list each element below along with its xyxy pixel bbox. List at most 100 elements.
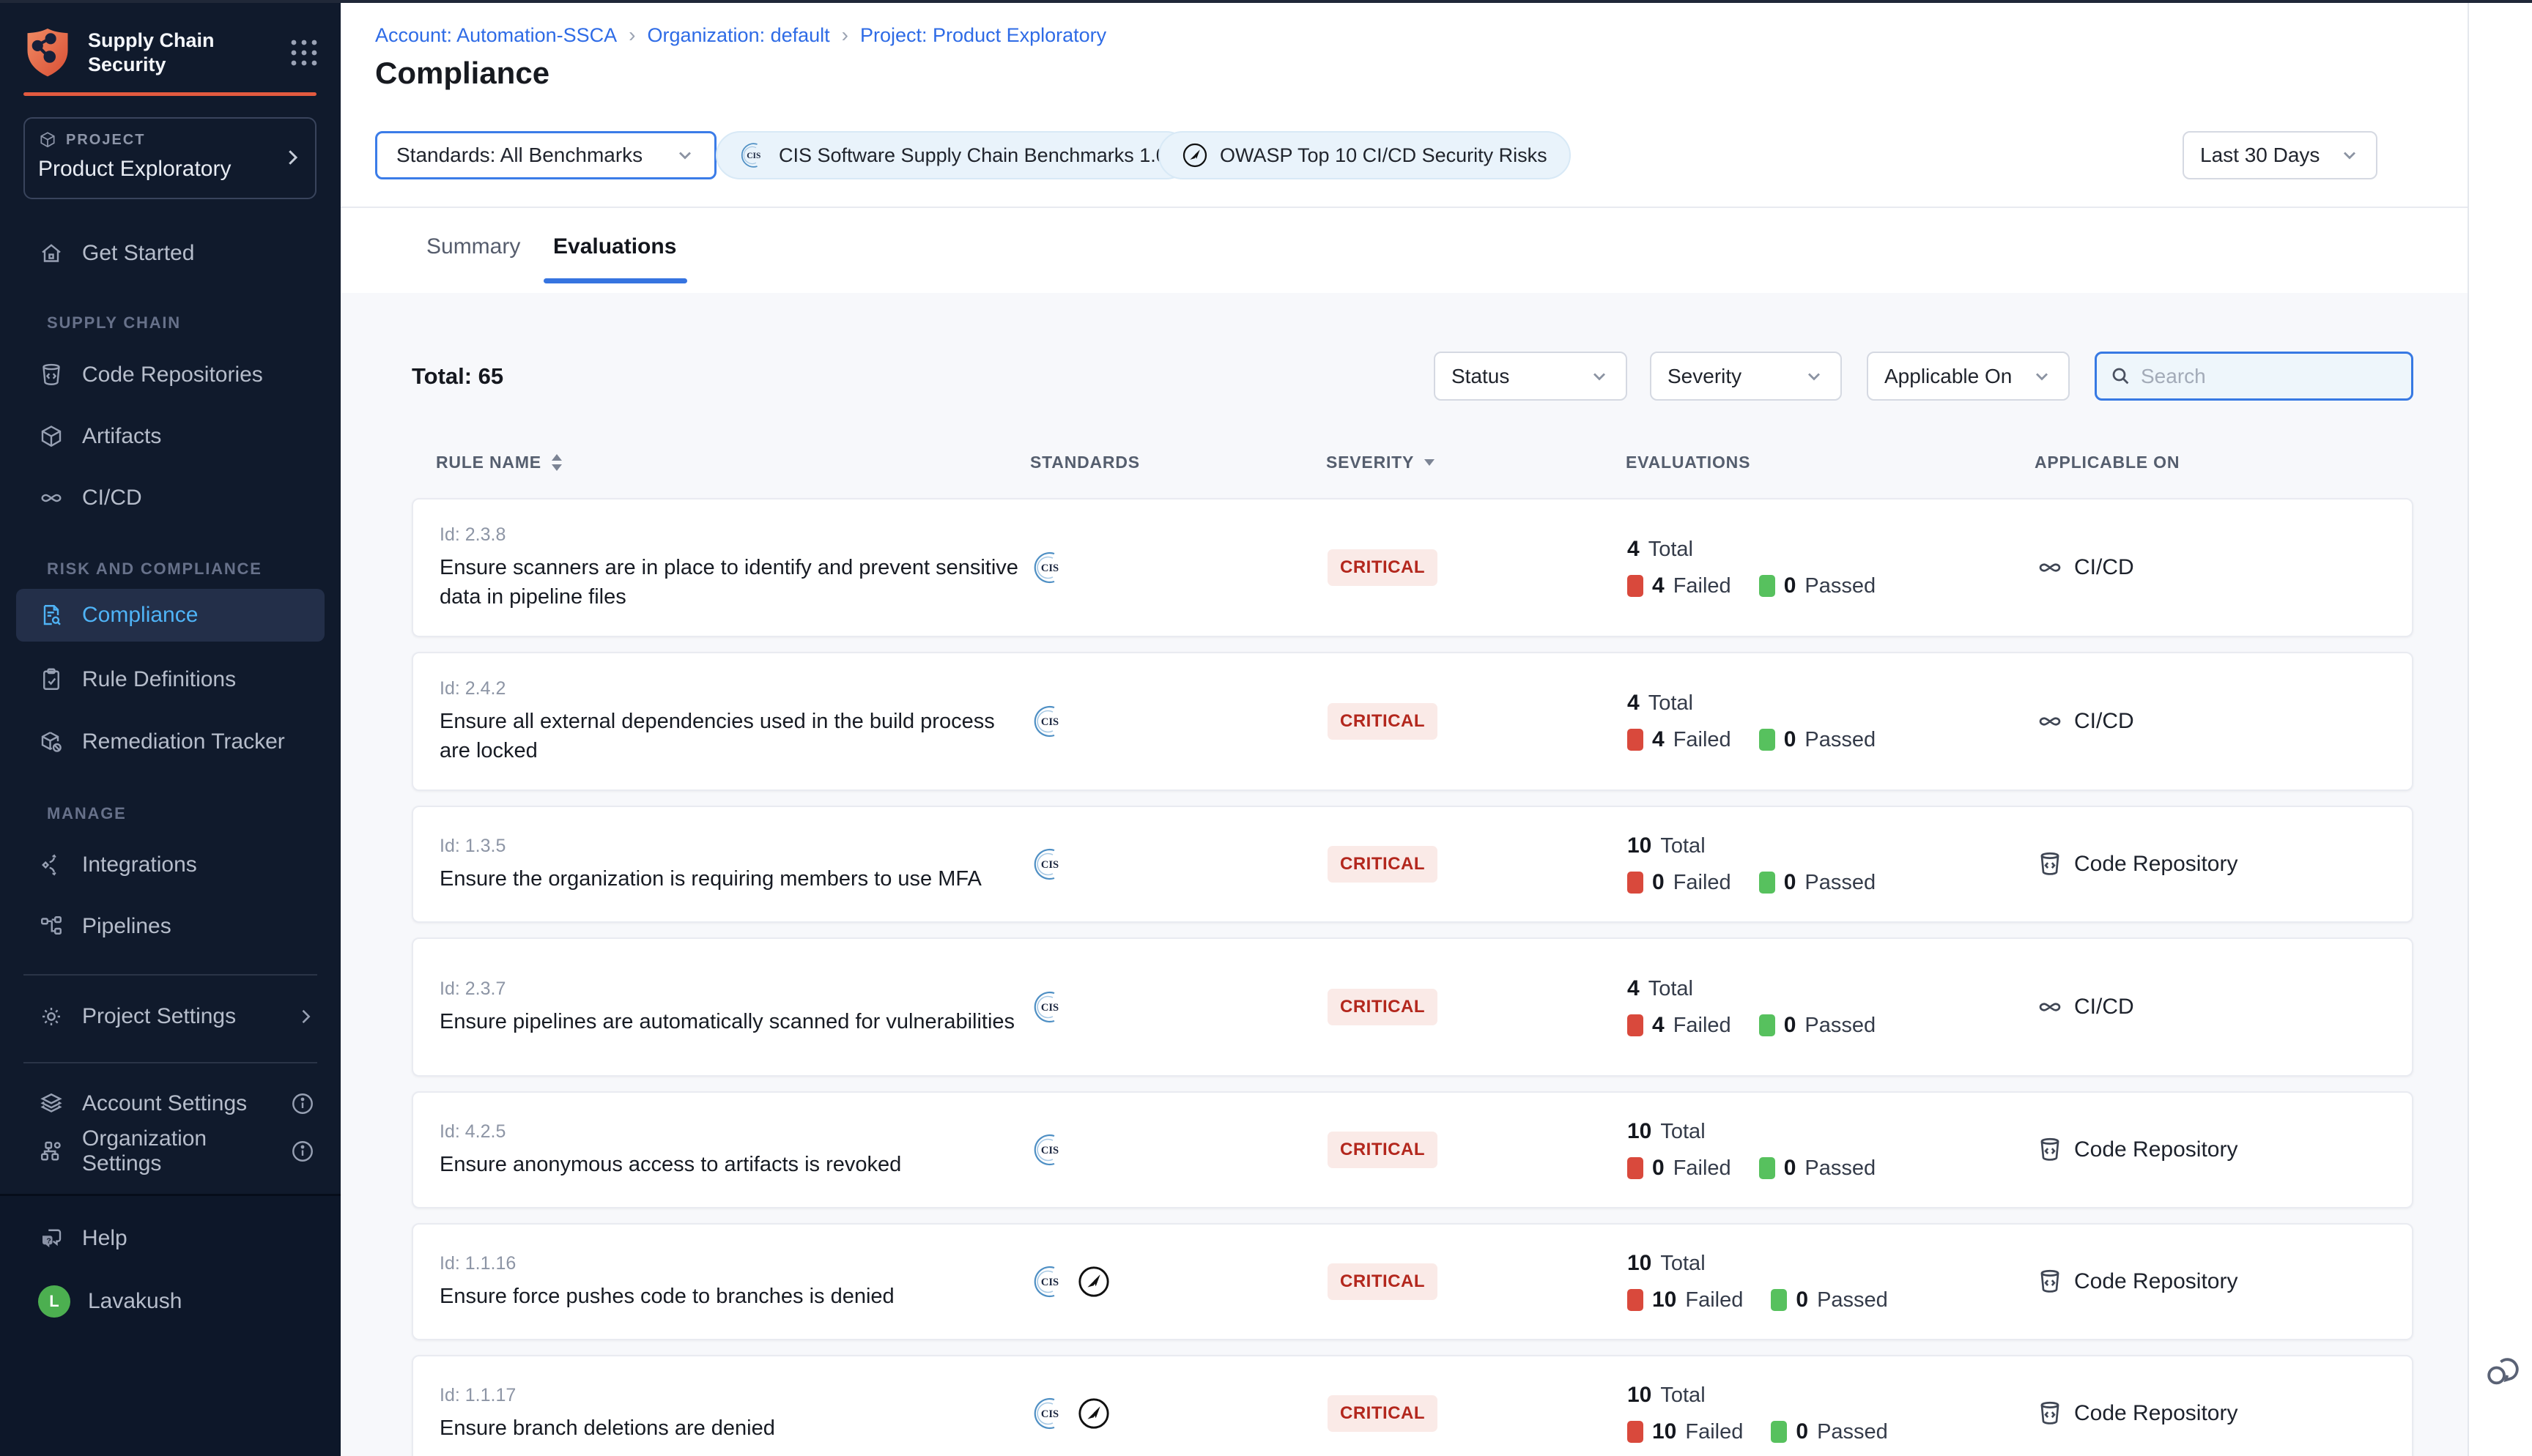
sidebar-divider	[23, 974, 317, 976]
rule-name: Ensure all external dependencies used in…	[440, 707, 1026, 765]
sidebar-item-cicd[interactable]: CI/CD	[16, 472, 325, 524]
sidebar-item-get-started[interactable]: Get Started	[16, 227, 325, 280]
evaluations-total-count: 4	[1627, 537, 1640, 562]
passed-count: 0	[1784, 870, 1796, 895]
sidebar-item-pipelines[interactable]: Pipelines	[16, 900, 325, 953]
breadcrumb-account[interactable]: Account: Automation-SSCA	[375, 24, 617, 47]
sidebar-item-label: Account Settings	[82, 1091, 247, 1116]
sidebar-item-remediation-tracker[interactable]: Remediation Tracker	[16, 716, 325, 768]
evaluations-cell: 10 Total 0 Failed 0 Passed	[1627, 807, 2008, 921]
rule-name: Ensure force pushes code to branches is …	[440, 1282, 895, 1311]
failed-count: 4	[1652, 573, 1665, 598]
rule-name-cell: Id: 4.2.5 Ensure anonymous access to art…	[440, 1093, 1026, 1207]
rule-name-cell: Id: 1.1.16 Ensure force pushes code to b…	[440, 1225, 1026, 1339]
total-label: Total	[1660, 1120, 1705, 1144]
project-selector[interactable]: PROJECT Product Exploratory	[23, 117, 316, 199]
sidebar-item-label: Remediation Tracker	[82, 729, 285, 754]
sidebar-item-account-settings[interactable]: Account Settings	[16, 1077, 325, 1130]
sidebar-item-rule-definitions[interactable]: Rule Definitions	[16, 653, 325, 706]
code-repository-icon	[2036, 850, 2064, 878]
failed-label: Failed	[1685, 1420, 1743, 1444]
breadcrumb-organization[interactable]: Organization: default	[648, 24, 830, 47]
chevron-down-icon	[1589, 366, 1610, 387]
breadcrumb: Account: Automation-SSCA › Organization:…	[375, 23, 1106, 47]
severity-badge: CRITICAL	[1328, 1263, 1437, 1300]
table-row[interactable]: Id: 1.3.5 Ensure the organization is req…	[412, 806, 2413, 923]
evaluations-total-count: 10	[1627, 1251, 1651, 1276]
sidebar-item-label: Project Settings	[82, 1004, 236, 1029]
sidebar-item-code-repositories[interactable]: Code Repositories	[16, 349, 325, 401]
standard-pill-owasp[interactable]: OWASP Top 10 CI/CD Security Risks	[1158, 131, 1571, 179]
applicable-on-label: CI/CD	[2074, 709, 2134, 734]
standard-pill-cis[interactable]: CIS Software Supply Chain Benchmarks 1.0	[716, 131, 1191, 179]
info-icon[interactable]	[289, 1138, 316, 1165]
sidebar-item-integrations[interactable]: Integrations	[16, 839, 325, 891]
tab-evaluations[interactable]: Evaluations	[553, 234, 676, 259]
owasp-standard-icon	[1077, 1397, 1111, 1430]
severity-badge: CRITICAL	[1328, 1395, 1437, 1432]
column-header-evaluations: EVALUATIONS	[1626, 453, 1750, 472]
brand-title: Supply Chain Security	[88, 29, 242, 77]
rule-name: Ensure pipelines are automatically scann…	[440, 1007, 1015, 1036]
standards-cell	[1032, 939, 1193, 1075]
cis-standard-icon	[1032, 550, 1067, 585]
cis-standard-icon	[1032, 704, 1067, 739]
sidebar-item-organization-settings[interactable]: Organization Settings	[16, 1125, 325, 1178]
passed-label: Passed	[1817, 1288, 1888, 1312]
evaluations-total-count: 10	[1627, 1119, 1651, 1144]
user-menu[interactable]: L Lavakush	[16, 1275, 325, 1328]
column-header-rule-name[interactable]: RULE NAME	[436, 453, 562, 472]
applicable-on-label: Code Repository	[2074, 1401, 2237, 1426]
chevron-down-icon	[2032, 366, 2052, 387]
table-row[interactable]: Id: 1.1.16 Ensure force pushes code to b…	[412, 1223, 2413, 1340]
status-filter-dropdown[interactable]: Status	[1434, 352, 1627, 401]
sort-icon	[552, 454, 562, 471]
rule-id: Id: 2.3.8	[440, 524, 506, 546]
main-content: Account: Automation-SSCA › Organization:…	[341, 0, 2468, 1456]
org-hierarchy-gear-icon	[38, 1138, 64, 1165]
table-row[interactable]: Id: 2.3.8 Ensure scanners are in place t…	[412, 498, 2413, 637]
table-row[interactable]: Id: 4.2.5 Ensure anonymous access to art…	[412, 1091, 2413, 1208]
sidebar-item-artifacts[interactable]: Artifacts	[16, 410, 325, 463]
severity-filter-dropdown[interactable]: Severity	[1650, 352, 1842, 401]
feedback-chat-icon[interactable]	[2481, 1349, 2520, 1389]
brand-divider	[23, 92, 316, 96]
table-row[interactable]: Id: 1.1.17 Ensure branch deletions are d…	[412, 1355, 2413, 1456]
table-row[interactable]: Id: 2.3.7 Ensure pipelines are automatic…	[412, 937, 2413, 1077]
svg-text:?: ?	[46, 1236, 51, 1245]
cis-standard-icon	[1032, 989, 1067, 1025]
avatar: L	[38, 1285, 70, 1318]
info-icon[interactable]	[289, 1091, 316, 1117]
passed-marker-icon	[1759, 729, 1775, 751]
sidebar-item-compliance[interactable]: Compliance	[16, 589, 325, 642]
applicable-on-cell: Code Repository	[2036, 1356, 2402, 1456]
rule-id: Id: 1.1.16	[440, 1253, 516, 1274]
table-body: Id: 2.3.8 Ensure scanners are in place t…	[412, 498, 2413, 1456]
severity-badge: CRITICAL	[1328, 703, 1437, 740]
rule-name-cell: Id: 2.3.8 Ensure scanners are in place t…	[440, 499, 1026, 636]
breadcrumb-project[interactable]: Project: Product Exploratory	[860, 24, 1106, 47]
chevron-down-icon	[2339, 145, 2360, 166]
standards-dropdown[interactable]: Standards: All Benchmarks	[375, 131, 717, 179]
page-header: Account: Automation-SSCA › Organization:…	[341, 3, 2468, 208]
applicable-on-cell: CI/CD	[2036, 653, 2402, 790]
table-row[interactable]: Id: 2.4.2 Ensure all external dependenci…	[412, 652, 2413, 791]
passed-marker-icon	[1771, 1289, 1787, 1311]
sort-desc-icon	[1424, 459, 1435, 466]
sidebar-item-project-settings[interactable]: Project Settings	[16, 990, 325, 1043]
date-range-dropdown[interactable]: Last 30 Days	[2183, 131, 2377, 179]
rule-name-cell: Id: 1.3.5 Ensure the organization is req…	[440, 807, 1026, 921]
search-input[interactable]	[2141, 365, 2398, 388]
sidebar-item-label: Compliance	[82, 603, 198, 628]
applicable-on-label: Code Repository	[2074, 1137, 2237, 1162]
tab-summary[interactable]: Summary	[426, 234, 520, 259]
severity-cell: CRITICAL	[1328, 1225, 1437, 1339]
column-header-severity[interactable]: SEVERITY	[1326, 453, 1435, 472]
passed-count: 0	[1784, 573, 1796, 598]
rule-name-cell: Id: 1.1.17 Ensure branch deletions are d…	[440, 1356, 1026, 1456]
window-top-edge	[0, 0, 2532, 3]
app-grid-icon[interactable]	[288, 37, 320, 69]
applicable-on-filter-dropdown[interactable]: Applicable On	[1867, 352, 2070, 401]
sidebar-item-help[interactable]: ? Help	[16, 1212, 325, 1265]
rule-name: Ensure branch deletions are denied	[440, 1414, 775, 1443]
